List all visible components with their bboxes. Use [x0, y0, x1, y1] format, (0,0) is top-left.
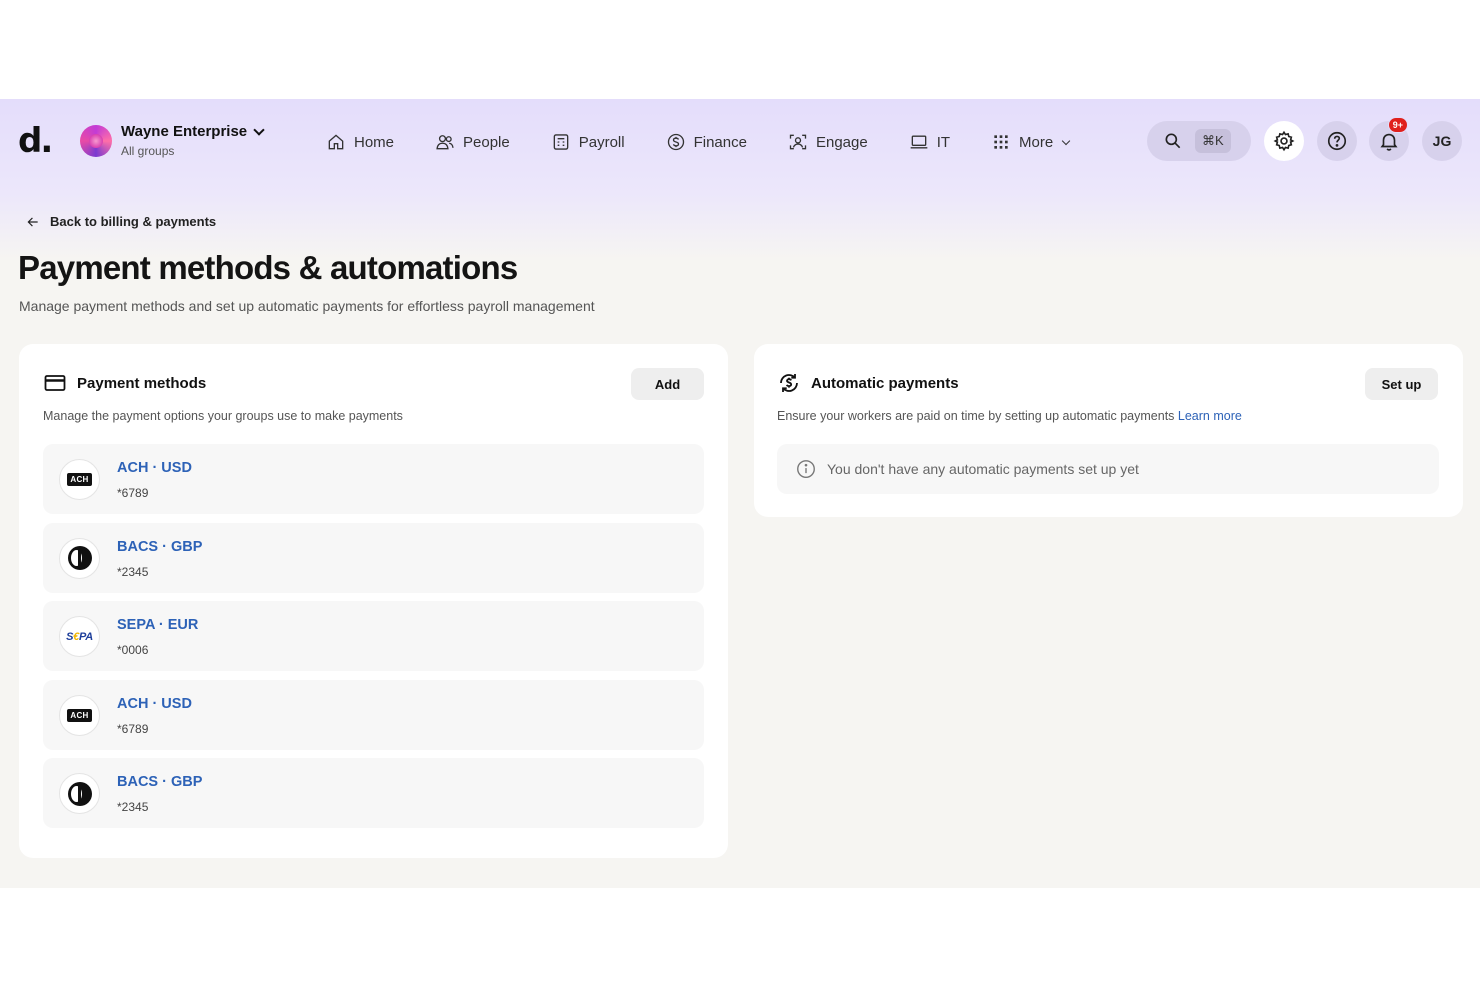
notification-badge: 9+	[1387, 117, 1408, 133]
automatic-payments-card: Automatic payments Set up Ensure your wo…	[754, 344, 1463, 517]
payment-method-item[interactable]: ACH ACH · USD *6789	[43, 679, 704, 750]
back-link[interactable]: Back to billing & payments	[26, 214, 216, 229]
payment-methods-title: Payment methods	[77, 374, 207, 392]
payment-method-title: ACH · USD	[117, 695, 192, 712]
chevron-down-icon	[1061, 136, 1071, 145]
credit-card-icon	[44, 375, 66, 391]
payment-method-item[interactable]: BACS · GBP *2345	[43, 522, 704, 593]
gear-icon	[1273, 130, 1295, 152]
search-icon	[1165, 133, 1181, 149]
automatic-payments-description: Ensure your workers are paid on time by …	[777, 409, 1242, 423]
learn-more-link[interactable]: Learn more	[1178, 409, 1242, 423]
payment-method-account: *6789	[117, 721, 149, 736]
bacs-logo	[59, 773, 100, 814]
nav-it-label: IT	[936, 133, 951, 151]
payroll-icon	[553, 134, 569, 150]
dollar-circle-icon	[667, 133, 684, 151]
app-window: d. Wayne Enterprise All groups Home Peop…	[0, 99, 1480, 888]
settings-button[interactable]	[1264, 121, 1304, 161]
nav-people[interactable]: People	[435, 132, 510, 152]
nav-payroll-label: Payroll	[578, 133, 625, 151]
user-avatar[interactable]: JG	[1422, 121, 1462, 161]
grid-icon	[994, 135, 1008, 149]
nav-home-label: Home	[354, 133, 395, 151]
payment-method-title: BACS · GBP	[117, 538, 203, 555]
ach-logo: ACH	[59, 694, 100, 736]
org-switcher[interactable]: Wayne Enterprise All groups	[80, 123, 265, 158]
nav-engage-label: Engage	[815, 133, 868, 151]
payment-methods-header: Payment methods	[43, 371, 206, 395]
org-avatar	[80, 124, 112, 157]
arrow-left-icon	[27, 217, 38, 226]
automatic-payments-title: Automatic payments	[811, 374, 959, 392]
notifications-button[interactable]: 9+	[1369, 117, 1409, 161]
empty-state: You don't have any automatic payments se…	[777, 444, 1439, 494]
payment-method-account: *6789	[117, 486, 149, 500]
brand-logo[interactable]: d.	[18, 121, 53, 161]
sepa-logo: S€PA	[59, 616, 100, 657]
home-icon	[328, 134, 344, 150]
payment-method-account: *2345	[117, 564, 149, 579]
org-subtitle: All groups	[121, 144, 175, 158]
bell-icon	[1380, 133, 1398, 151]
payment-method-item[interactable]: BACS · GBP *2345	[43, 758, 704, 828]
payment-method-list: ACH ACH · USD *6789 BACS · GBP *2345 S€P…	[43, 444, 704, 836]
help-icon	[1327, 131, 1347, 151]
setup-automatic-payments-button[interactable]: Set up	[1365, 368, 1438, 400]
engage-icon	[789, 134, 807, 150]
payment-methods-card: Payment methods Add Manage the payment o…	[19, 344, 728, 858]
page-subtitle: Manage payment methods and set up automa…	[19, 298, 595, 314]
automatic-payments-header: Automatic payments	[777, 371, 959, 395]
people-icon	[436, 135, 454, 150]
nav-payroll[interactable]: Payroll	[551, 132, 625, 152]
search-shortcut: ⌘K	[1195, 129, 1231, 153]
payment-methods-description: Manage the payment options your groups u…	[43, 409, 403, 423]
payment-method-account: *0006	[117, 643, 149, 657]
search-button[interactable]: ⌘K	[1147, 121, 1251, 161]
top-navigation: d. Wayne Enterprise All groups Home Peop…	[0, 99, 1480, 185]
recurring-dollar-icon	[780, 374, 798, 392]
nav-more-label: More	[1019, 133, 1054, 151]
bacs-logo	[59, 537, 100, 579]
back-link-label: Back to billing & payments	[50, 214, 217, 229]
help-button[interactable]	[1317, 121, 1357, 161]
nav-people-label: People	[463, 133, 510, 151]
payment-method-title: SEPA · EUR	[117, 617, 199, 633]
org-name: Wayne Enterprise	[121, 123, 248, 140]
payment-method-item[interactable]: ACH ACH · USD *6789	[43, 444, 704, 514]
nav-it[interactable]: IT	[909, 132, 950, 152]
automatic-payments-description-text: Ensure your workers are paid on time by …	[777, 409, 1175, 423]
nav-more[interactable]: More	[991, 132, 1071, 152]
nav-home[interactable]: Home	[326, 132, 394, 152]
payment-method-title: BACS · GBP	[117, 774, 203, 790]
laptop-icon	[910, 135, 928, 149]
chevron-down-icon	[253, 123, 265, 136]
ach-logo: ACH	[59, 459, 100, 500]
empty-state-message: You don't have any automatic payments se…	[827, 461, 1139, 477]
nav-engage[interactable]: Engage	[788, 132, 868, 152]
add-payment-method-button[interactable]: Add	[631, 368, 704, 400]
page-title: Payment methods & automations	[18, 249, 518, 286]
nav-finance[interactable]: Finance	[666, 132, 747, 152]
payment-method-account: *2345	[117, 800, 149, 814]
payment-method-item[interactable]: S€PA SEPA · EUR *0006	[43, 601, 704, 671]
nav-finance-label: Finance	[693, 133, 747, 151]
info-icon	[797, 460, 815, 478]
main-nav: Home People Payroll Finance Engage IT Mo…	[326, 132, 1110, 152]
payment-method-title: ACH · USD	[117, 460, 192, 476]
